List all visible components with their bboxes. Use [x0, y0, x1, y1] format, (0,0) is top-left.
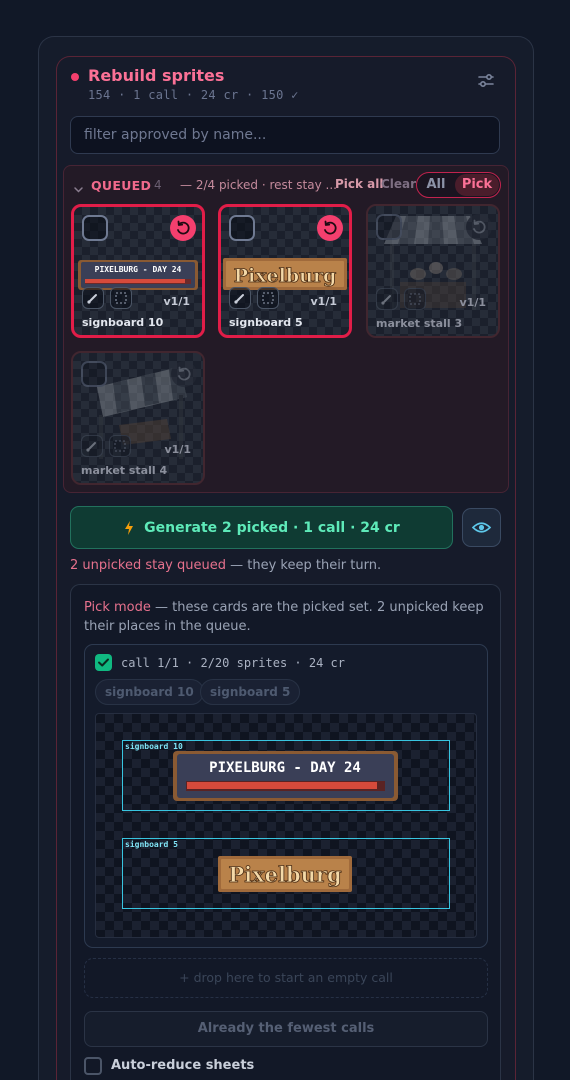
check-icon	[98, 658, 109, 667]
bolt-icon	[125, 520, 134, 535]
fewest-calls-button[interactable]: Already the fewest calls	[84, 1011, 488, 1047]
redo-icon[interactable]	[317, 215, 343, 241]
card-checkbox[interactable]	[376, 214, 402, 240]
card-name: signboard 5	[229, 316, 303, 329]
brush-icon[interactable]	[376, 288, 398, 310]
select-region-icon[interactable]	[257, 287, 279, 309]
card-version: v1/1	[459, 296, 487, 309]
sheet-sprite-signboard-10-text: PIXELBURG - DAY 24	[209, 760, 361, 776]
status-dot	[71, 73, 79, 81]
card-name: market stall 3	[376, 317, 463, 330]
pick-all-button[interactable]: Pick all	[335, 177, 384, 191]
auto-reduce-checkbox[interactable]	[84, 1057, 102, 1075]
card-version: v1/1	[163, 295, 191, 308]
select-region-icon[interactable]	[110, 287, 132, 309]
filter-input[interactable]	[70, 116, 500, 154]
card-name: signboard 10	[82, 316, 164, 329]
select-region-icon[interactable]	[109, 435, 131, 457]
generate-label: Generate 2 picked · 1 call · 24 cr	[144, 519, 400, 536]
card-checkbox[interactable]	[81, 361, 107, 387]
chevron-down-icon[interactable]	[73, 180, 84, 193]
preview-button[interactable]	[462, 508, 501, 547]
queued-info: — 2/4 picked · rest stay ...	[180, 178, 337, 192]
call-label: call 1/1 · 2/20 sprites · 24 cr	[121, 656, 345, 670]
chip-signboard-10[interactable]: signboard 10	[95, 679, 204, 705]
toggle-pick[interactable]: Pick	[455, 174, 499, 196]
brush-icon[interactable]	[229, 287, 251, 309]
auto-reduce-label[interactable]: Auto-reduce sheets	[111, 1058, 254, 1073]
pick-mode-highlight: Pick mode	[84, 600, 151, 615]
card-checkbox[interactable]	[229, 215, 255, 241]
sheet-sprite-signboard-5: Pixelburg	[218, 856, 352, 892]
empty-call-dropzone[interactable]: + drop here to start an empty call	[84, 958, 488, 998]
card-version: v1/1	[310, 295, 338, 308]
pick-mode-description: Pick mode — these cards are the picked s…	[84, 598, 494, 636]
signboard-5-art-text: Pixelburg	[234, 265, 337, 287]
chip-signboard-5[interactable]: signboard 5	[200, 679, 301, 705]
clear-button[interactable]: Clear	[381, 177, 416, 191]
queued-count: 4	[154, 178, 162, 192]
sprite-card-market-stall-3[interactable]: v1/1 market stall 3	[366, 204, 500, 338]
redo-icon[interactable]	[170, 215, 196, 241]
redo-icon[interactable]	[466, 214, 492, 240]
redo-icon[interactable]	[171, 361, 197, 387]
panel-title: Rebuild sprites	[88, 66, 225, 85]
sheet-sprite-signboard-5-text: Pixelburg	[228, 862, 342, 887]
unpicked-hint-highlight: 2 unpicked stay queued	[70, 558, 226, 573]
signboard-10-art-text: PIXELBURG - DAY 24	[95, 265, 182, 274]
queued-label: QUEUED	[91, 178, 152, 193]
sprite-card-signboard-10[interactable]: PIXELBURG - DAY 24 v1/1 signboard 10	[71, 204, 205, 338]
brush-icon[interactable]	[82, 287, 104, 309]
call-checkbox[interactable]	[95, 654, 112, 671]
unpicked-hint: 2 unpicked stay queued — they keep their…	[70, 558, 381, 573]
brush-icon[interactable]	[81, 435, 103, 457]
sheet-sprite-signboard-10: PIXELBURG - DAY 24	[173, 751, 398, 801]
panel-summary: 154 · 1 call · 24 cr · 150 ✓	[88, 88, 299, 102]
unpicked-hint-rest: — they keep their turn.	[225, 558, 382, 573]
select-region-icon[interactable]	[404, 288, 426, 310]
sprite-card-market-stall-4[interactable]: v1/1 market stall 4	[71, 351, 205, 485]
card-name: market stall 4	[81, 464, 168, 477]
card-version: v1/1	[164, 443, 192, 456]
sheet-slot-label: signboard 5	[125, 840, 178, 849]
generate-button[interactable]: Generate 2 picked · 1 call · 24 cr	[70, 506, 453, 549]
sliders-icon[interactable]	[476, 71, 496, 91]
sprite-card-signboard-5[interactable]: Pixelburg v1/1 signboard 5	[218, 204, 352, 338]
toggle-all[interactable]: All	[418, 174, 454, 196]
card-checkbox[interactable]	[82, 215, 108, 241]
eye-icon	[471, 522, 492, 533]
